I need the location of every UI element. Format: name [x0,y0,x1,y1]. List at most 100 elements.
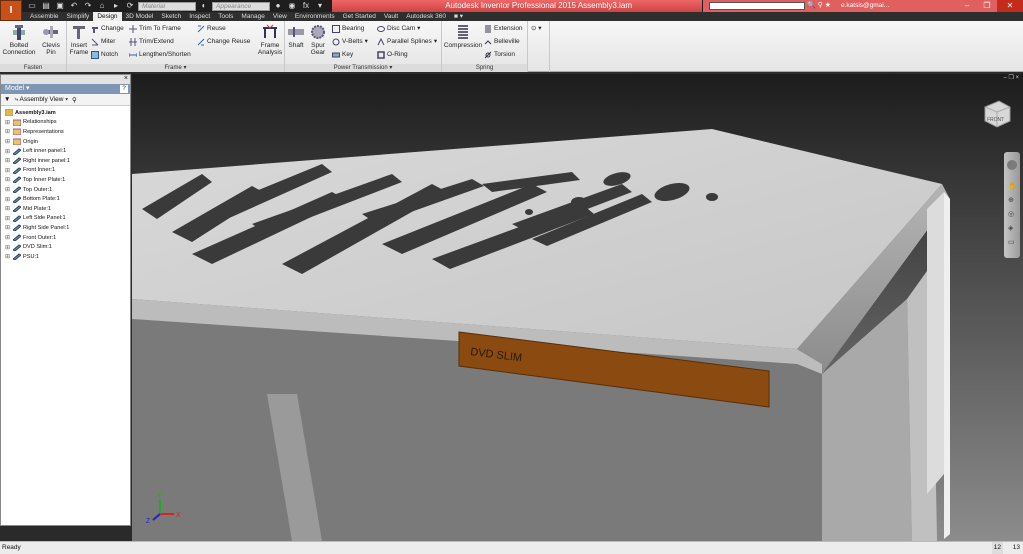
tab-manage[interactable]: Manage [237,12,269,21]
pan-icon[interactable]: ✋ [1008,182,1017,190]
application-menu-button[interactable]: I [0,0,22,21]
expand-icon[interactable]: ⊞ [5,119,11,126]
key-button[interactable]: Key [332,51,353,59]
expand-icon[interactable]: ⊞ [5,176,11,183]
parallel-splines-button[interactable]: Parallel Splines ▾ [377,38,437,46]
expand-icon[interactable]: ⊞ [5,253,11,260]
expand-icon[interactable]: ⊞ [5,205,11,212]
new-icon[interactable]: ▭ [26,1,38,11]
parameters-icon[interactable]: fx [300,1,312,11]
tab-3d-model[interactable]: 3D Model [122,12,158,21]
tree-item[interactable]: ⊞ Front Outer:1 [5,233,130,243]
disc-cam-dropdown-icon[interactable]: ▾ [417,25,420,33]
oring-button[interactable]: O-Ring [377,51,408,59]
tab-sketch[interactable]: Sketch [157,12,185,21]
paint-icon[interactable]: ◐ [198,1,210,11]
user-account[interactable]: e.katsis@gmai... [841,2,889,9]
tree-item[interactable]: ⊞ Top Outer:1 [5,185,130,195]
tab-view[interactable]: View [269,12,291,21]
tree-item[interactable]: ⊞ Left Side Panel:1 [5,214,130,224]
tab-inspect[interactable]: Inspect [185,12,214,21]
disc-cam-button[interactable]: Disc Cam ▾ [377,25,420,33]
tab-get-started[interactable]: Get Started [339,12,380,21]
tree-item[interactable]: ⊞ Right inner panel:1 [5,156,130,166]
tree-root[interactable]: Assembly3.iam [5,108,130,118]
orbit-icon[interactable]: ◎ [1008,210,1014,218]
navbar-options-icon[interactable]: ▭ [1008,238,1015,246]
minimize-icon[interactable]: – [957,0,977,12]
expand-icon[interactable]: ⊞ [5,128,11,135]
bearing-button[interactable]: Bearing [332,25,364,33]
tree-item[interactable]: ⊞ Left inner panel:1 [5,146,130,156]
expand-icon[interactable]: ⊞ [5,186,11,193]
viewcube[interactable]: FRONT [983,99,1011,129]
tab-vault[interactable]: Vault [380,12,402,21]
zoom-icon[interactable]: ⊕ [1008,196,1014,204]
vbelts-button[interactable]: V-Belts ▾ [332,38,368,46]
spur-gear-button[interactable]: Spur Gear [307,23,329,56]
frame-analysis-button[interactable]: Frame Analysis [256,23,284,56]
notch-button[interactable]: Notch [91,51,118,59]
help-search-input[interactable] [709,2,805,10]
navigation-bar[interactable]: ✋ ⊕ ◎ ◈ ▭ [1004,152,1020,258]
extension-button[interactable]: Extension [484,25,523,33]
expand-icon[interactable]: ⊞ [5,196,11,203]
trim-to-frame-button[interactable]: Trim To Frame [129,25,181,33]
open-icon[interactable]: ▤ [40,1,52,11]
find-icon[interactable]: ⚲ [72,96,77,104]
tree-item[interactable]: ⊞ Top Inner Plate:1 [5,175,130,185]
change-button[interactable]: Change [91,25,124,33]
tab-tools[interactable]: Tools [214,12,237,21]
help-icon[interactable]: ? [120,85,128,93]
tree-item[interactable]: ⊞ DVD Slim:1 [5,242,130,252]
assembly-view-dropdown[interactable]: ⤷ Assembly View ▾ [14,96,68,104]
home-icon[interactable]: ⌂ [96,1,108,11]
clear-appearance-icon[interactable]: ● [272,1,284,11]
close-icon[interactable]: × [124,75,128,82]
material-dropdown[interactable]: Material [138,1,196,11]
redo-icon[interactable]: ↷ [82,1,94,11]
filter-icon[interactable]: ▼ [4,96,10,103]
tree-item[interactable]: ⊞ PSU:1 [5,252,130,262]
expand-icon[interactable]: ⊞ [5,224,11,231]
lengthen-shorten-button[interactable]: Lengthen/Shorten [129,51,191,59]
expand-icon[interactable]: ⊞ [5,138,11,145]
tab-autodesk-360[interactable]: Autodesk 360 [402,12,450,21]
reuse-button[interactable]: Reuse [197,25,226,33]
tree-item[interactable]: ⊞ Relationships [5,118,130,128]
tab-simplify[interactable]: Simplify [63,12,94,21]
undo-icon[interactable]: ↶ [68,1,80,11]
tree-item[interactable]: ⊞ Representations [5,127,130,137]
shaft-button[interactable]: Shaft [286,23,306,49]
expand-icon[interactable]: ⊞ [5,167,11,174]
binoculars-icon[interactable]: 🔍 ⚲ ★ [807,1,831,9]
more-icon[interactable]: ▾ [314,1,326,11]
vbelts-dropdown-icon[interactable]: ▾ [365,38,368,46]
expand-icon[interactable]: ⊞ [5,157,11,164]
trim-extend-button[interactable]: Trim/Extend [129,38,174,46]
tree-item[interactable]: ⊞ Mid Plate:1 [5,204,130,214]
change-reuse-button[interactable]: Change Reuse [197,38,250,46]
tab-assemble[interactable]: Assemble [26,12,63,21]
torsion-button[interactable]: Torsion [484,51,515,59]
tab-design[interactable]: Design [93,12,122,21]
tab-environments[interactable]: Environments [291,12,339,21]
look-at-icon[interactable]: ◈ [1008,224,1013,232]
expand-icon[interactable]: ⊞ [5,244,11,251]
update-icon[interactable]: ⟳ [124,1,136,11]
expand-icon[interactable]: ⊞ [5,234,11,241]
bolted-connection-button[interactable]: Bolted Connection [2,23,36,56]
tree-item[interactable]: ⊞ Right Side Panel:1 [5,223,130,233]
select-icon[interactable]: ▸ [110,1,122,11]
maximize-icon[interactable]: ❐ [977,0,997,12]
ribbon-options-icon[interactable]: ⊙ ▾ [531,25,542,33]
expand-icon[interactable]: ⊞ [5,215,11,222]
appearance-dropdown[interactable]: Appearance [212,1,270,11]
browser-title[interactable]: Model ▾? [1,84,130,94]
expand-icon[interactable]: ⊞ [5,148,11,155]
splines-dropdown-icon[interactable]: ▾ [434,38,437,46]
graphics-window[interactable]: DVD SLIM X Y Z – ❐ × FRONT ✋ ⊕ ◎ ◈ ▭ [132,74,1023,541]
belleville-button[interactable]: Belleville [484,38,520,46]
compression-button[interactable]: Compression [443,23,483,49]
close-icon[interactable]: ✕ [997,0,1023,12]
